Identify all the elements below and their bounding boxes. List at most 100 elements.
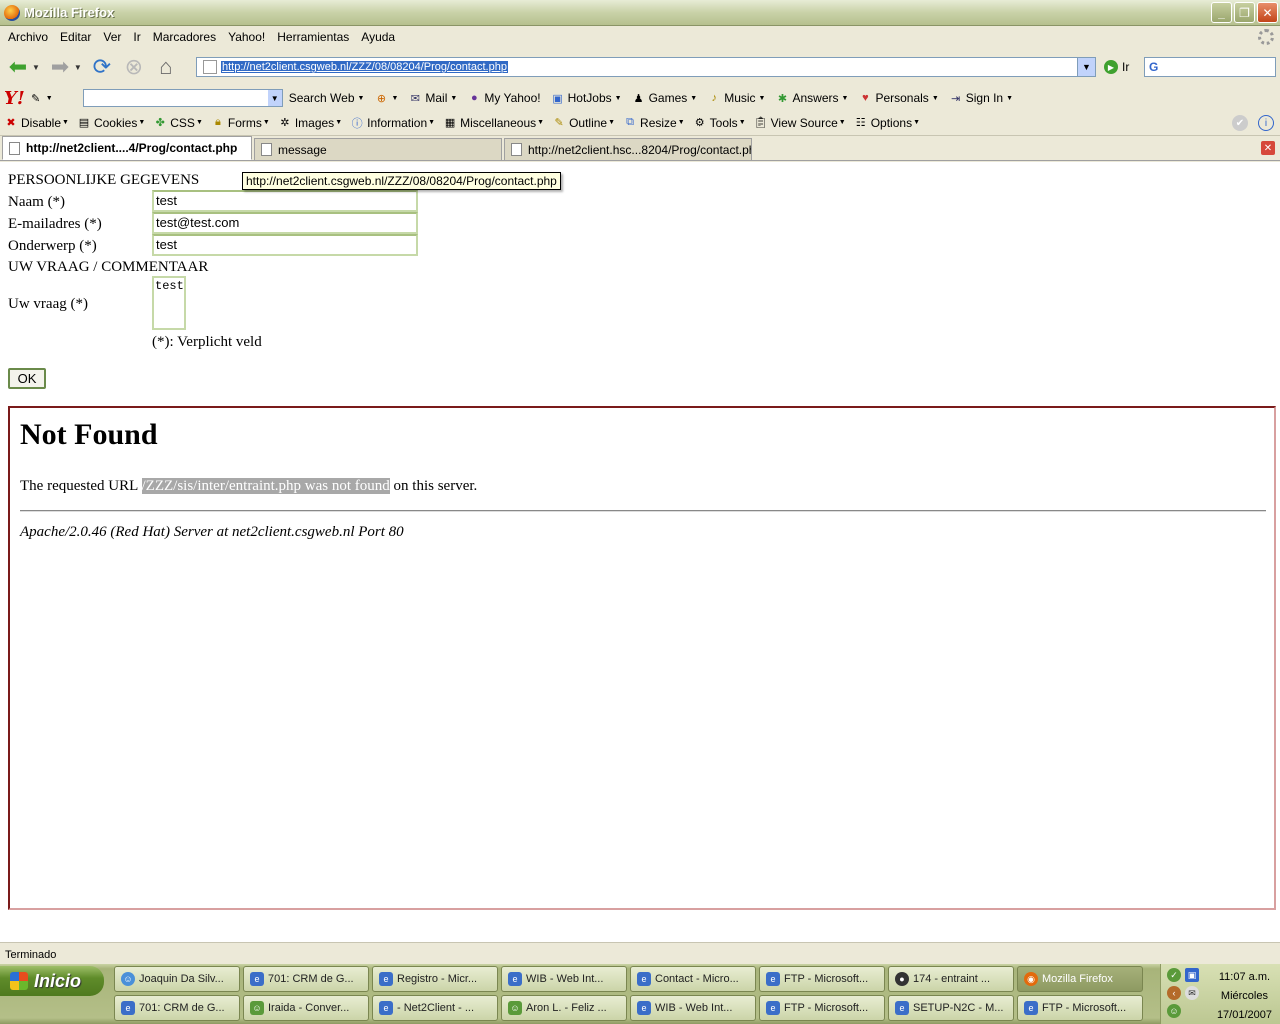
question-textarea[interactable]: test bbox=[152, 276, 186, 330]
clock-date: 17/01/2007 bbox=[1216, 1009, 1272, 1021]
taskbar-item[interactable]: e FTP - Microsoft... bbox=[759, 966, 885, 992]
system-tray: ✓ ▣ ‹ ✉ ☺ 11:07 a.m. Miércoles 17/01/200… bbox=[1160, 964, 1280, 1024]
tab-label: http://net2client....4/Prog/contact.php bbox=[26, 141, 238, 155]
yahoo-personals-button[interactable]: ♥ Personals ▼ bbox=[858, 91, 939, 105]
reload-icon[interactable]: ⟳ bbox=[88, 53, 116, 81]
taskbar-item[interactable]: e WIB - Web Int... bbox=[630, 995, 756, 1021]
dev-disable-menu[interactable]: ✖ Disable ▼ bbox=[4, 116, 69, 130]
taskbar-item[interactable]: ☺ Aron L. - Feliz ... bbox=[501, 995, 627, 1021]
dev-cookies-menu[interactable]: ▤ Cookies ▼ bbox=[77, 116, 146, 130]
yahoo-search-input[interactable]: ▼ bbox=[82, 89, 283, 107]
forward-arrow-icon[interactable]: ➡ bbox=[46, 53, 74, 81]
menu-ir[interactable]: Ir bbox=[127, 30, 146, 44]
address-url[interactable]: http://net2client.csgweb.nl/ZZZ/08/08204… bbox=[221, 61, 508, 73]
tab-message[interactable]: message bbox=[254, 138, 502, 160]
web-developer-toolbar: ✖ Disable ▼ ▤ Cookies ▼ ✤ CSS ▼ 🔒︎ Forms ▼ ✲ Imag… bbox=[0, 110, 1280, 136]
email-field[interactable]: test@test.com bbox=[152, 212, 418, 234]
yahoo-logo-icon[interactable]: Y! bbox=[4, 88, 25, 109]
minimize-button[interactable]: _ bbox=[1211, 2, 1232, 23]
tab-contact[interactable]: http://net2client....4/Prog/contact.php bbox=[2, 136, 252, 160]
page-content: http://net2client.csgweb.nl/ZZZ/08/08204… bbox=[0, 162, 1280, 942]
menu-yahoo[interactable]: Yahoo! bbox=[222, 30, 271, 44]
taskbar-item[interactable]: e- Net2Client - ... bbox=[372, 995, 498, 1021]
search-box[interactable]: G bbox=[1144, 57, 1276, 77]
dev-view-source-menu[interactable]: 📋︎ View Source ▼ bbox=[754, 116, 846, 130]
taskbar-item[interactable]: ☺ Iraida - Conver... bbox=[243, 995, 369, 1021]
start-button[interactable]: Inicio bbox=[0, 966, 104, 996]
dev-resize-menu[interactable]: ⧉ Resize ▼ bbox=[623, 116, 685, 130]
name-field[interactable]: test bbox=[152, 190, 418, 212]
taskbar-item[interactable]: e 701: CRM de G... bbox=[243, 966, 369, 992]
ok-button[interactable]: OK bbox=[8, 368, 46, 389]
validation-check-icon[interactable]: ✔ bbox=[1232, 115, 1248, 131]
address-dropdown-icon[interactable]: ▼ bbox=[1077, 58, 1095, 76]
go-arrow-icon: ▶ bbox=[1104, 60, 1118, 74]
yahoo-target-button[interactable]: ⊕ ▼ bbox=[374, 91, 399, 105]
tab-contact-hsc[interactable]: http://net2client.hsc...8204/Prog/contac… bbox=[504, 138, 752, 160]
yahoo-music-button[interactable]: ♪ Music ▼ bbox=[707, 91, 765, 105]
tray-icons: ✓ ▣ ‹ ✉ ☺ bbox=[1167, 968, 1207, 1018]
taskbar-item[interactable]: e FTP - Microsoft... bbox=[1017, 995, 1143, 1021]
go-button[interactable]: ▶ Ir bbox=[1104, 60, 1129, 74]
dev-outline-menu[interactable]: ✎ Outline ▼ bbox=[552, 116, 615, 130]
taskbar-item[interactable]: e FTP - Microsoft... bbox=[759, 995, 885, 1021]
taskbar-item[interactable]: e WIB - Web Int... bbox=[501, 966, 627, 992]
yahoo-my-yahoo-button[interactable]: ● My Yahoo! bbox=[467, 91, 541, 105]
info-icon[interactable]: i bbox=[1258, 115, 1274, 131]
window-title: Mozilla Firefox bbox=[24, 5, 115, 20]
yahoo-answers-button[interactable]: ✱ Answers ▼ bbox=[775, 91, 849, 105]
menu-editar[interactable]: Editar bbox=[54, 30, 97, 44]
menu-ver[interactable]: Ver bbox=[97, 30, 127, 44]
maximize-button[interactable]: ❐ bbox=[1234, 2, 1255, 23]
required-note: (*): Verplicht veld bbox=[152, 334, 262, 350]
stop-icon[interactable]: ⊗ bbox=[120, 53, 148, 81]
dev-forms-menu[interactable]: 🔒︎ Forms ▼ bbox=[211, 116, 270, 130]
taskbar-item[interactable]: e 701: CRM de G... bbox=[114, 995, 240, 1021]
taskbar-item[interactable]: e Registro - Micr... bbox=[372, 966, 498, 992]
menu-ayuda[interactable]: Ayuda bbox=[355, 30, 401, 44]
taskbar-item[interactable]: ● 174 - entraint ... bbox=[888, 966, 1014, 992]
address-bar[interactable]: http://net2client.csgweb.nl/ZZZ/08/08204… bbox=[196, 57, 1096, 77]
close-window-button[interactable]: ✕ bbox=[1257, 2, 1278, 23]
yahoo-search-dropdown-icon[interactable]: ▼ bbox=[267, 90, 282, 106]
collapse-tray-icon[interactable]: ‹ bbox=[1167, 986, 1181, 1000]
tab-bar: http://net2client....4/Prog/contact.php … bbox=[0, 136, 1280, 161]
dev-tools-menu[interactable]: ⚙ Tools ▼ bbox=[693, 116, 746, 130]
dev-information-menu[interactable]: ⓘ Information ▼ bbox=[350, 116, 435, 130]
yahoo-hotjobs-button[interactable]: ▣ HotJobs ▼ bbox=[551, 91, 621, 105]
home-icon[interactable]: ⌂ bbox=[152, 53, 180, 81]
menu-marcadores[interactable]: Marcadores bbox=[147, 30, 222, 44]
selected-text: /ZZZ/sis/inter/entraint.php was not foun… bbox=[141, 478, 390, 494]
throbber-icon bbox=[1258, 29, 1274, 45]
dev-miscellaneous-menu[interactable]: ▦ Miscellaneous ▼ bbox=[443, 116, 544, 130]
buddy-icon[interactable]: ☺ bbox=[1167, 1004, 1181, 1018]
forward-history-dropdown-icon[interactable]: ▼ bbox=[74, 63, 82, 72]
subject-field[interactable]: test bbox=[152, 234, 418, 256]
menu-herramientas[interactable]: Herramientas bbox=[271, 30, 355, 44]
dev-options-menu[interactable]: ☷ Options ▼ bbox=[854, 116, 920, 130]
chat-icon[interactable]: ✉ bbox=[1185, 986, 1199, 1000]
status-text: Terminado bbox=[5, 949, 57, 961]
title-bar: Mozilla Firefox _ ❐ ✕ bbox=[0, 0, 1280, 26]
yahoo-mail-button[interactable]: ✉ Mail ▼ bbox=[408, 91, 458, 105]
yahoo-games-button[interactable]: ♟ Games ▼ bbox=[632, 91, 698, 105]
dev-images-menu[interactable]: ✲ Images ▼ bbox=[278, 116, 342, 130]
taskbar-item[interactable]: e Contact - Micro... bbox=[630, 966, 756, 992]
google-search-icon[interactable]: G bbox=[1149, 60, 1158, 74]
divider bbox=[20, 510, 1266, 512]
section-question-heading: UW VRAAG / COMMENTAAR bbox=[8, 259, 209, 275]
yahoo-pencil-icon[interactable]: ✎ ▼ bbox=[29, 91, 53, 105]
taskbar-item[interactable]: e SETUP-N2C - M... bbox=[888, 995, 1014, 1021]
question-label: Uw vraag (*) bbox=[8, 296, 88, 312]
back-history-dropdown-icon[interactable]: ▼ bbox=[32, 63, 40, 72]
messenger-icon[interactable]: ✓ bbox=[1167, 968, 1181, 982]
dev-css-menu[interactable]: ✤ CSS ▼ bbox=[153, 116, 203, 130]
taskbar-item[interactable]: ☺ Joaquin Da Silv... bbox=[114, 966, 240, 992]
network-icon[interactable]: ▣ bbox=[1185, 968, 1199, 982]
close-tab-icon[interactable]: ✕ bbox=[1261, 141, 1275, 155]
taskbar-item-active[interactable]: ◉ Mozilla Firefox bbox=[1017, 966, 1143, 992]
menu-archivo[interactable]: Archivo bbox=[2, 30, 54, 44]
yahoo-sign-in-button[interactable]: ⇥ Sign In ▼ bbox=[949, 91, 1013, 105]
yahoo-search-web-button[interactable]: Search Web ▼ bbox=[289, 91, 365, 105]
back-arrow-icon[interactable]: ⬅ bbox=[4, 53, 32, 81]
